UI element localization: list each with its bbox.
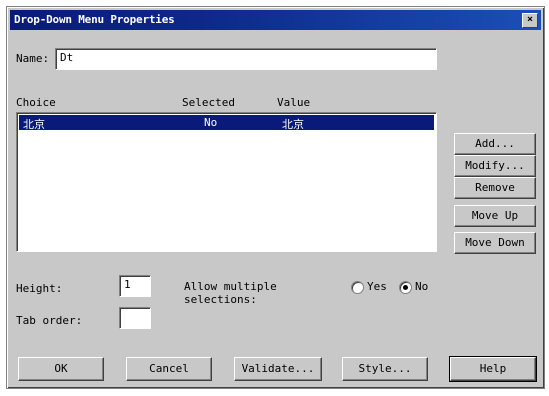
yes-radio[interactable]: [351, 281, 364, 294]
no-radio[interactable]: [399, 281, 412, 294]
height-input[interactable]: 1: [119, 275, 151, 297]
tab-order-label: Tab order:: [16, 314, 83, 327]
no-radio-label[interactable]: No: [415, 280, 428, 293]
choice-column-header: Choice: [16, 96, 56, 109]
tab-order-input[interactable]: [119, 307, 151, 329]
name-input[interactable]: Dt: [55, 48, 437, 70]
list-item-choice: 北京: [23, 118, 45, 131]
cancel-button[interactable]: Cancel: [126, 357, 212, 381]
allow-multiple-label-line1: Allow multiple: [184, 280, 277, 293]
name-label: Name:: [16, 52, 50, 65]
validate-button[interactable]: Validate...: [234, 357, 322, 381]
add-button[interactable]: Add...: [454, 133, 536, 155]
window-title: Drop-Down Menu Properties: [14, 13, 175, 26]
list-item[interactable]: 北京 No 北京: [19, 115, 434, 131]
help-button[interactable]: Help: [449, 356, 537, 382]
title-bar[interactable]: Drop-Down Menu Properties ×: [10, 10, 541, 30]
choices-listbox[interactable]: 北京 No 北京: [16, 112, 437, 252]
remove-button[interactable]: Remove: [454, 177, 536, 199]
height-input-value: 1: [124, 278, 131, 291]
close-button[interactable]: ×: [522, 13, 538, 28]
style-button[interactable]: Style...: [342, 357, 428, 381]
height-label: Height:: [16, 282, 63, 295]
allow-multiple-label-line2: selections:: [184, 293, 257, 306]
list-item-value: 北京: [282, 118, 304, 131]
drop-down-menu-properties-dialog: Drop-Down Menu Properties × Name: Dt Cho…: [6, 6, 545, 389]
value-column-header: Value: [277, 96, 311, 109]
yes-radio-label[interactable]: Yes: [367, 280, 387, 293]
selected-column-header: Selected: [182, 96, 235, 109]
radio-selected-dot: [403, 285, 408, 290]
move-up-button[interactable]: Move Up: [454, 205, 536, 227]
modify-button[interactable]: Modify...: [454, 155, 536, 177]
list-item-selected: No: [204, 116, 218, 129]
ok-button[interactable]: OK: [18, 357, 104, 381]
move-down-button[interactable]: Move Down: [454, 232, 536, 254]
name-input-value: Dt: [60, 51, 74, 64]
